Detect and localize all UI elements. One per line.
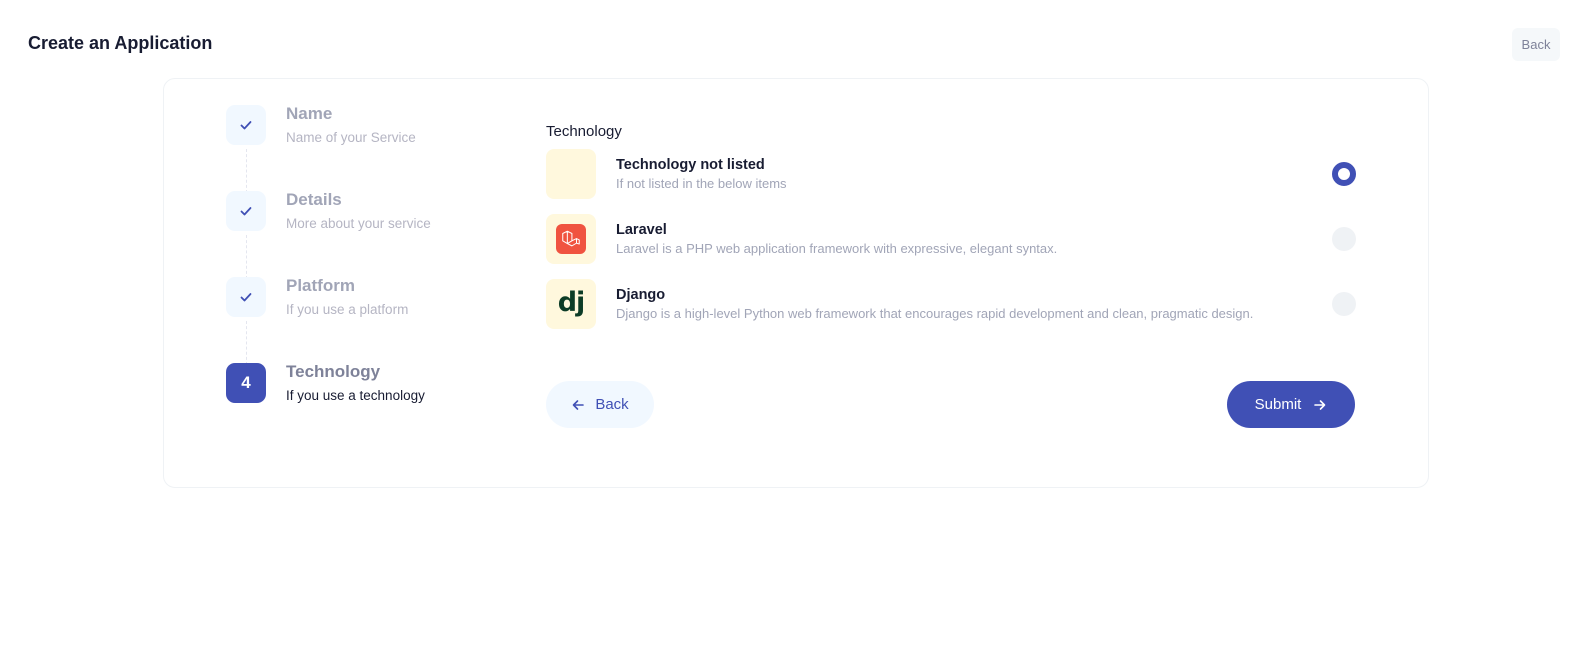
- technology-label: Technology: [546, 123, 622, 140]
- back-button[interactable]: Back: [546, 381, 654, 428]
- step-connector: [246, 149, 247, 193]
- step-description: If you use a technology: [286, 388, 425, 403]
- back-button-label: Back: [595, 396, 629, 413]
- option-title: Technology not listed: [616, 157, 765, 173]
- step-description: Name of your Service: [286, 130, 416, 145]
- step-title: Name: [286, 104, 333, 123]
- option-django[interactable]: dj Django Django is a high-level Python …: [546, 279, 1356, 329]
- laravel-logo-icon: [556, 224, 586, 254]
- arrow-left-icon: [573, 399, 585, 410]
- step-connector: [246, 321, 247, 365]
- step-platform: Platform If you use a platform: [226, 276, 409, 318]
- page-title: Create an Application: [28, 33, 213, 53]
- option-title: Django: [616, 287, 666, 303]
- step-connector: [246, 235, 247, 279]
- step-title: Platform: [286, 276, 355, 295]
- arrow-right-icon: [1314, 399, 1326, 410]
- check-icon: [226, 277, 266, 317]
- option-description: Django is a high-level Python web framew…: [616, 306, 1254, 321]
- django-logo-icon: dj: [557, 286, 586, 318]
- step-description: If you use a platform: [286, 302, 409, 317]
- option-laravel[interactable]: Laravel Laravel is a PHP web application…: [546, 214, 1356, 264]
- radio-not-listed[interactable]: [1332, 162, 1356, 186]
- header-back-button[interactable]: Back: [1512, 28, 1560, 61]
- option-description: If not listed in the below items: [616, 176, 787, 191]
- wizard-card: Name Name of your Service Details More a…: [163, 78, 1429, 488]
- step-description: More about your service: [286, 216, 431, 231]
- check-icon: [226, 191, 266, 231]
- option-description: Laravel is a PHP web application framewo…: [616, 241, 1058, 256]
- laravel-icon-box: [546, 214, 596, 264]
- step-title: Technology: [286, 362, 381, 381]
- radio-laravel[interactable]: [1332, 227, 1356, 251]
- step-technology: 4 Technology If you use a technology: [226, 362, 425, 404]
- radio-django[interactable]: [1332, 292, 1356, 316]
- step-number: 4: [226, 363, 266, 403]
- blank-icon: [546, 149, 596, 199]
- step-details: Details More about your service: [226, 190, 431, 232]
- step-title: Details: [286, 190, 342, 209]
- option-not-listed[interactable]: Technology not listed If not listed in t…: [546, 149, 1356, 199]
- django-icon-box: dj: [546, 279, 596, 329]
- check-icon: [226, 105, 266, 145]
- submit-button[interactable]: Submit: [1227, 381, 1355, 428]
- submit-button-label: Submit: [1254, 396, 1302, 413]
- option-title: Laravel: [616, 222, 667, 238]
- step-name: Name Name of your Service: [226, 104, 416, 146]
